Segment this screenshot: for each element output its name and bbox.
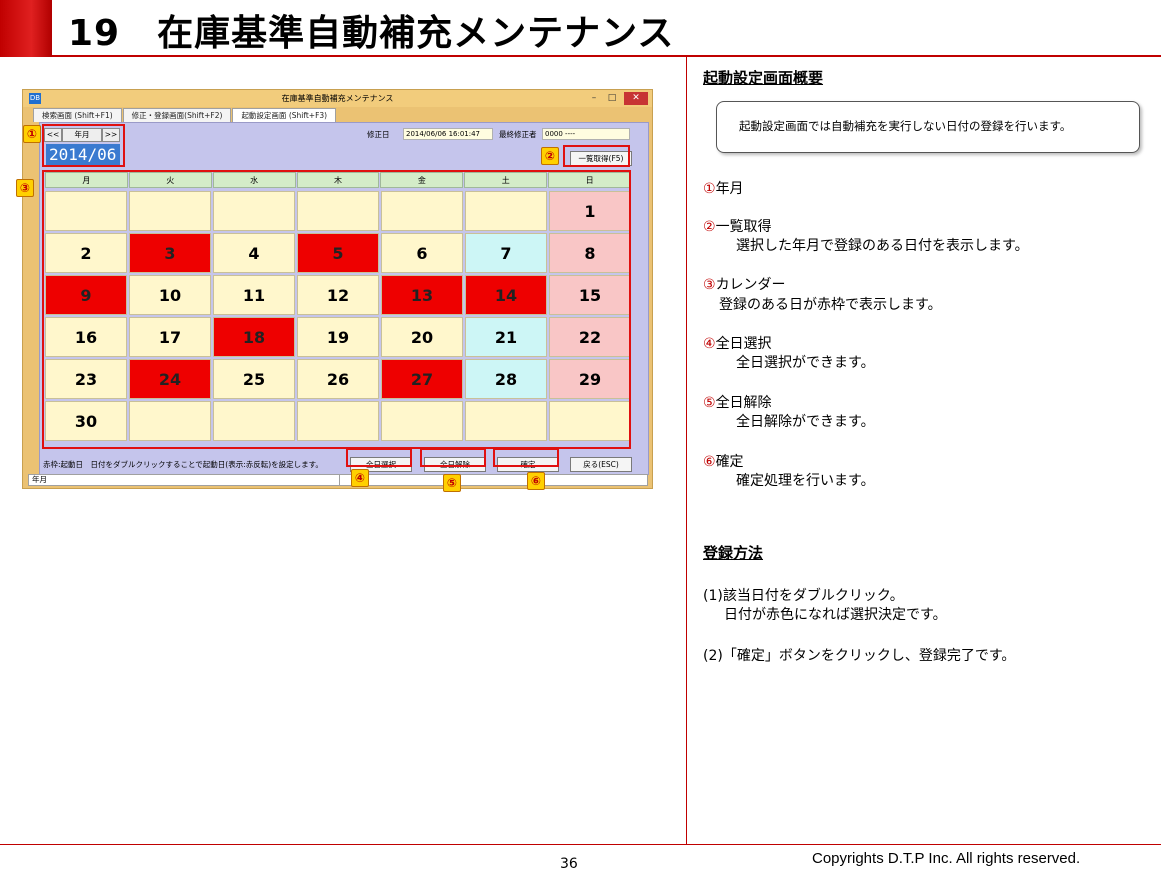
callout-box-confirm bbox=[493, 448, 559, 467]
item-2-number: ② bbox=[703, 219, 716, 235]
item-4-desc: 全日選択ができます。 bbox=[736, 355, 875, 371]
callout-number-6: ⑥ bbox=[527, 472, 545, 490]
item-1-number: ① bbox=[703, 181, 716, 197]
back-button[interactable]: 戻る(ESC) bbox=[570, 457, 632, 472]
item-2-desc: 選択した年月で登録のある日付を表示します。 bbox=[736, 238, 1029, 254]
item-2: ②一覧取得 bbox=[703, 216, 772, 236]
status-bar-divider bbox=[339, 475, 340, 485]
summary-box: 起動設定画面では自動補充を実行しない日付の登録を行います。 bbox=[716, 101, 1140, 153]
step-1-note: 日付が赤色になれば選択決定です。 bbox=[724, 607, 947, 623]
status-bar: 年月 bbox=[28, 474, 648, 486]
item-5-desc: 全日解除ができます。 bbox=[736, 414, 875, 430]
item-1: ①年月 bbox=[703, 178, 744, 198]
callout-number-4: ④ bbox=[351, 469, 369, 487]
callout-number-2: ② bbox=[541, 147, 559, 165]
callout-box-calendar bbox=[42, 170, 631, 449]
copyright: Copyrights D.T.P Inc. All rights reserve… bbox=[812, 850, 1081, 867]
item-6-number: ⑥ bbox=[703, 454, 716, 470]
tab-bar: 検索画面 (Shift+F1) 修正・登録画面(Shift+F2) 起動設定画面… bbox=[33, 108, 337, 123]
column-divider bbox=[686, 57, 687, 844]
step-2: (2)「確定」ボタンをクリックし、登録完了です。 bbox=[703, 648, 1016, 664]
item-4: ④全日選択 bbox=[703, 333, 772, 353]
step-1: (1)該当日付をダブルクリック。 bbox=[703, 588, 904, 604]
item-6: ⑥確定 bbox=[703, 451, 744, 471]
item-6-desc: 確定処理を行います。 bbox=[736, 473, 875, 489]
callout-box-select-all bbox=[346, 448, 412, 467]
modified-date-value: 2014/06/06 16:01:47 bbox=[403, 128, 493, 140]
callout-number-5: ⑤ bbox=[443, 474, 461, 492]
item-5: ⑤全日解除 bbox=[703, 392, 772, 412]
callout-box-fetch bbox=[563, 145, 630, 167]
page-number: 36 bbox=[560, 856, 578, 872]
item-5-number: ⑤ bbox=[703, 395, 716, 411]
status-bar-text: 年月 bbox=[32, 475, 47, 484]
section-title-overview: 起動設定画面概要 bbox=[703, 69, 824, 87]
window-titlebar: DB 在庫基準自動補充メンテナンス – □ ✕ bbox=[23, 90, 652, 107]
tab-edit-register[interactable]: 修正・登録画面(Shift+F2) bbox=[122, 108, 232, 122]
callout-box-clear-all bbox=[420, 448, 486, 467]
section-title-registration: 登録方法 bbox=[703, 544, 764, 562]
minimize-icon[interactable]: – bbox=[588, 93, 600, 103]
item-1-label: 年月 bbox=[715, 181, 744, 197]
window-title: 在庫基準自動補充メンテナンス bbox=[281, 94, 394, 103]
last-editor-label: 最終修正者 bbox=[499, 130, 537, 139]
item-5-label: 全日解除 bbox=[715, 395, 772, 411]
footer-divider bbox=[0, 844, 1161, 845]
item-3: ③カレンダー bbox=[703, 274, 786, 294]
tab-startup-settings[interactable]: 起動設定画面 (Shift+F3) bbox=[232, 108, 337, 123]
item-3-label: カレンダー bbox=[715, 277, 786, 293]
callout-number-1: ① bbox=[23, 125, 41, 143]
item-3-number: ③ bbox=[703, 277, 716, 293]
summary-text: 起動設定画面では自動補充を実行しない日付の登録を行います。 bbox=[739, 119, 1072, 133]
last-editor-value: 0000 ---- bbox=[542, 128, 630, 140]
header-divider bbox=[52, 55, 1161, 57]
close-icon[interactable]: ✕ bbox=[624, 91, 648, 105]
item-3-desc: 登録のある日が赤枠で表示します。 bbox=[719, 297, 942, 313]
item-4-label: 全日選択 bbox=[715, 336, 772, 352]
page-title: 19 在庫基準自動補充メンテナンス bbox=[68, 13, 675, 54]
modified-date-label: 修正日 bbox=[367, 130, 390, 139]
item-6-label: 確定 bbox=[715, 454, 744, 470]
callout-number-3: ③ bbox=[16, 179, 34, 197]
tab-search[interactable]: 検索画面 (Shift+F1) bbox=[33, 108, 122, 122]
item-2-label: 一覧取得 bbox=[715, 219, 772, 235]
maximize-icon[interactable]: □ bbox=[606, 93, 618, 103]
item-4-number: ④ bbox=[703, 336, 716, 352]
calendar-hint: 赤枠:起動日 日付をダブルクリックすることで起動日(表示:赤反転)を設定します。 bbox=[43, 460, 323, 469]
header-accent-bar bbox=[0, 0, 52, 57]
callout-box-year-month bbox=[42, 124, 125, 167]
